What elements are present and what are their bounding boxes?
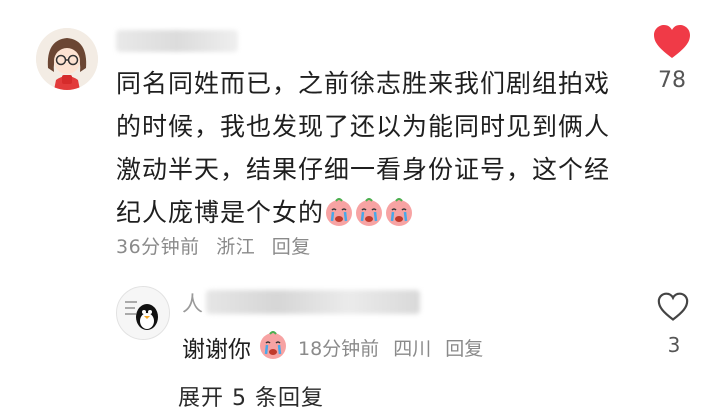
comment-meta: 36分钟前 浙江 回复 [116, 232, 321, 259]
reply-reply-button[interactable]: 回复 [445, 338, 483, 360]
heart-filled-icon [654, 25, 690, 58]
comment-line: 的时候，我也发现了还以为能同时见到俩人 [116, 112, 611, 141]
reply-emoji [258, 330, 288, 360]
commenter-name-blurred[interactable] [116, 30, 238, 52]
reply-text: 谢谢你 [182, 337, 251, 363]
comment-line: 纪人庞博是个女的 [116, 191, 636, 234]
expand-replies-button[interactable]: 展开 5 条回复 [178, 380, 324, 412]
crying-emoji-icon [326, 198, 353, 226]
reply-like-count: 3 [667, 333, 681, 357]
reply-like-button[interactable] [656, 292, 690, 326]
comment-line: 同名同姓而已，之前徐志胜来我们剧组拍戏 [116, 69, 611, 98]
penguin-avatar-icon [117, 287, 169, 339]
like-count: 78 [658, 68, 686, 93]
heart-outline-icon [657, 292, 689, 321]
reply-location: 四川 [393, 338, 432, 360]
reply-name-prefix[interactable]: 人 [182, 288, 203, 318]
crying-emoji-icon [356, 198, 383, 226]
reply-button[interactable]: 回复 [272, 236, 311, 258]
comment-location: 浙江 [216, 236, 256, 258]
comment-time: 36分钟前 [116, 236, 200, 258]
reply-time: 18分钟前 [298, 338, 380, 360]
comment-line: 激动半天，结果仔细一看身份证号，这个经 [116, 155, 611, 184]
crying-emoji-icon [260, 331, 286, 359]
reply-avatar[interactable] [116, 286, 170, 340]
cartoon-girl-avatar-icon [36, 28, 98, 90]
commenter-avatar[interactable] [36, 28, 98, 90]
reply-meta: 18分钟前 四川 回复 [298, 334, 491, 361]
like-button[interactable] [652, 24, 692, 64]
comment-text: 同名同姓而已，之前徐志胜来我们剧组拍戏 的时候，我也发现了还以为能同时见到俩人 … [116, 62, 636, 234]
crying-emoji-icon [386, 198, 413, 226]
reply-name-blurred[interactable] [206, 290, 420, 314]
